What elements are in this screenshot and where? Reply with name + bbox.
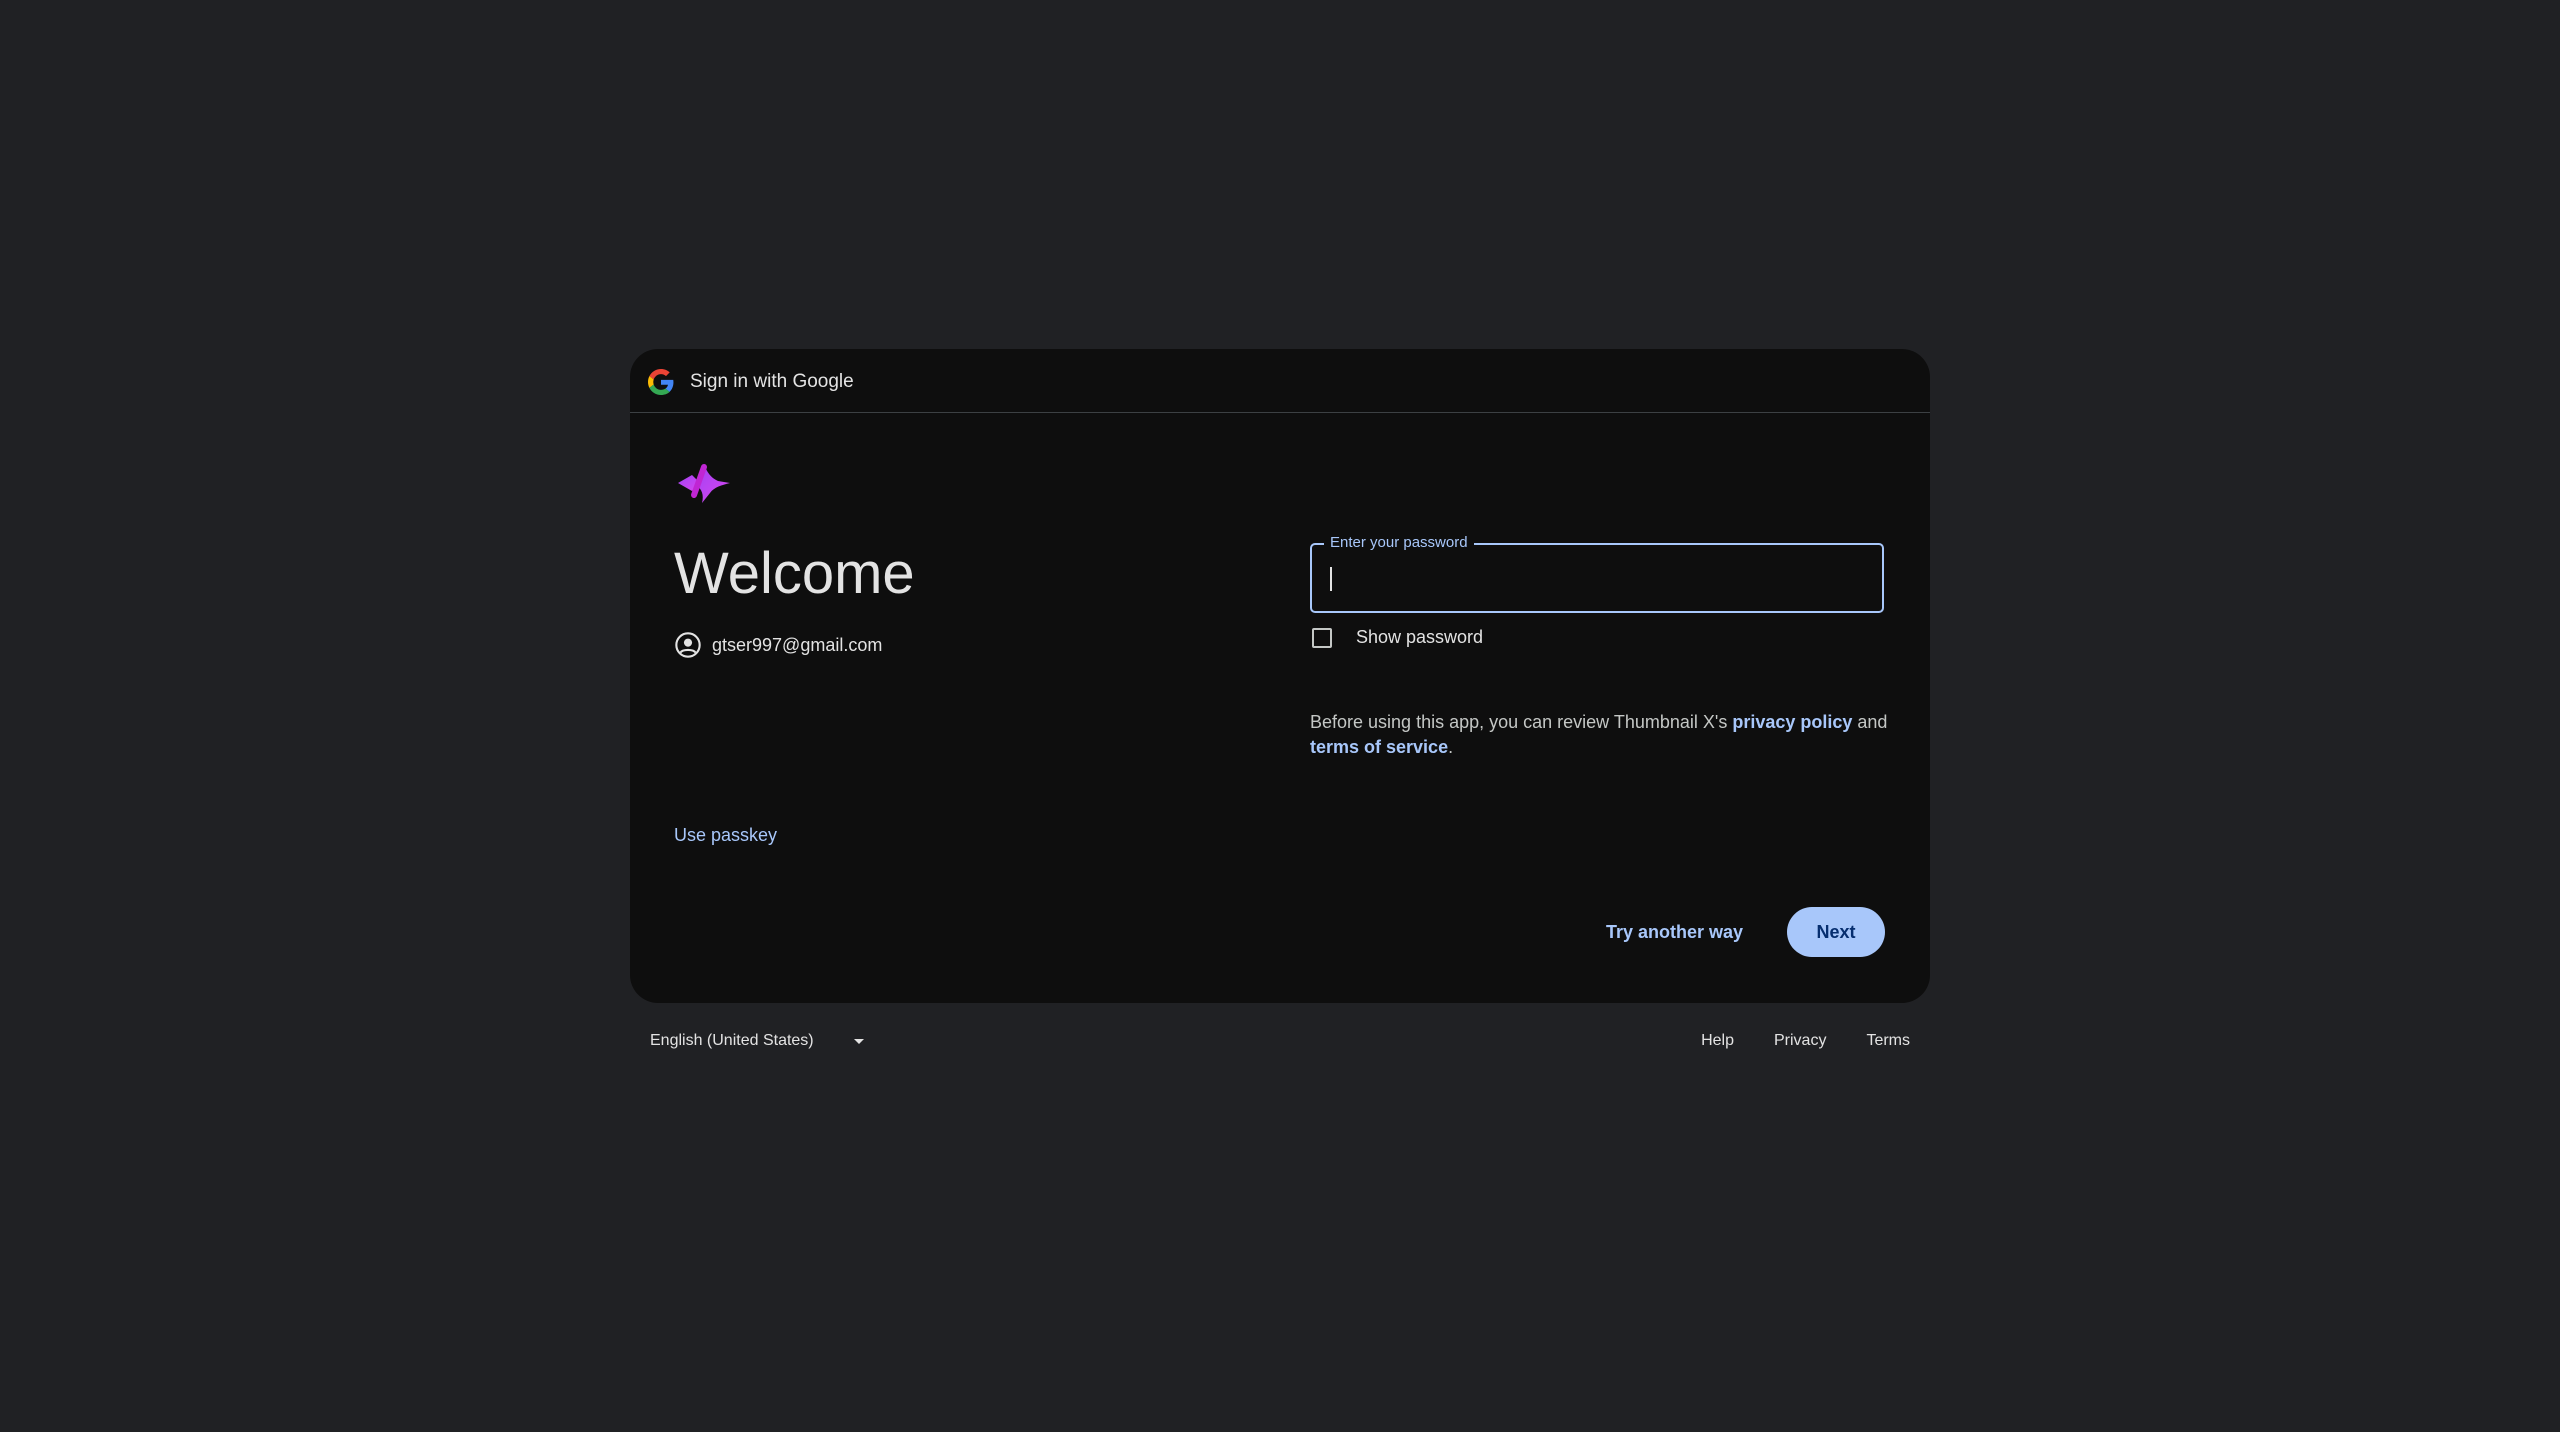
password-field[interactable]: Enter your password — [1310, 534, 1884, 613]
password-label: Enter your password — [1324, 534, 1474, 552]
card-header: Sign in with Google — [630, 349, 1930, 413]
text-caret — [1330, 567, 1332, 591]
header-title: Sign in with Google — [690, 371, 854, 392]
google-g-icon — [648, 369, 674, 395]
chevron-down-icon — [853, 1038, 864, 1044]
terms-link[interactable]: Terms — [1866, 1032, 1910, 1050]
show-password-toggle[interactable]: Show password — [1312, 627, 1483, 648]
footer: English (United States) Help Privacy Ter… — [630, 1022, 1930, 1062]
account-email: gtser997@gmail.com — [712, 634, 883, 655]
language-label: English (United States) — [650, 1032, 814, 1049]
privacy-link[interactable]: Privacy — [1774, 1032, 1826, 1050]
welcome-heading: Welcome — [674, 541, 915, 606]
try-another-way-button[interactable]: Try another way — [1590, 907, 1759, 957]
footer-links: Help Privacy Terms — [1661, 1032, 1910, 1050]
account-circle-icon — [675, 632, 701, 658]
show-password-label: Show password — [1356, 627, 1484, 647]
account-chip[interactable]: gtser997@gmail.com — [674, 630, 882, 660]
thumbnail-x-logo — [678, 464, 730, 503]
use-passkey-link[interactable]: Use passkey — [674, 825, 777, 846]
password-input[interactable] — [1328, 559, 1872, 599]
notice-suffix: . — [1448, 737, 1454, 757]
help-link[interactable]: Help — [1701, 1032, 1734, 1050]
notice-prefix: Before using this app, you can review Th… — [1310, 712, 1733, 732]
consent-notice: Before using this app, you can review Th… — [1310, 710, 1910, 760]
terms-of-service-link[interactable]: terms of service — [1310, 737, 1448, 757]
notice-middle: and — [1852, 712, 1888, 732]
language-selector[interactable]: English (United States) — [650, 1032, 864, 1050]
privacy-policy-link[interactable]: privacy policy — [1732, 712, 1852, 732]
sign-in-card: Sign in with Google Welcome gtser997@gma… — [630, 349, 1930, 1003]
next-button[interactable]: Next — [1787, 907, 1885, 957]
show-password-checkbox[interactable] — [1312, 627, 1332, 648]
